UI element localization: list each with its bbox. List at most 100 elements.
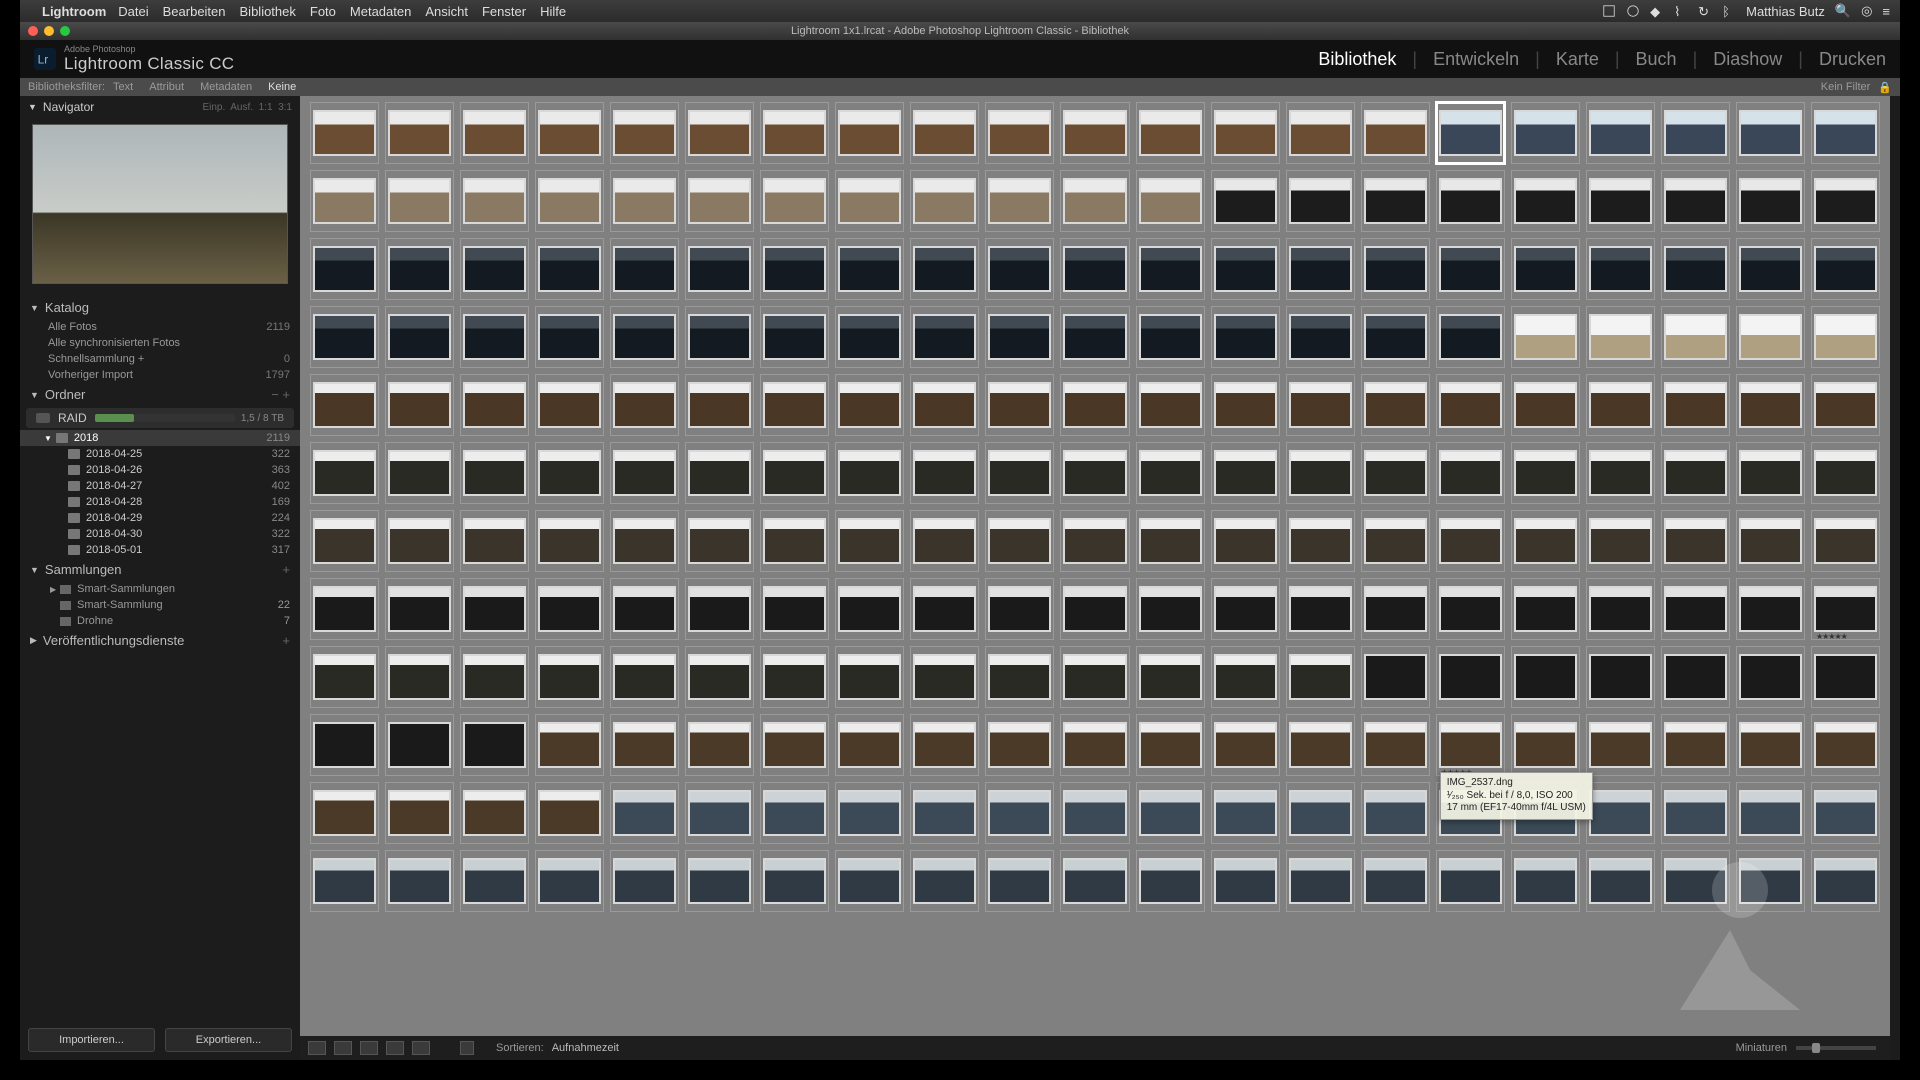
- thumbnail-cell[interactable]: [1361, 510, 1430, 572]
- thumbnail-cell[interactable]: [985, 850, 1054, 912]
- thumbnail-cell[interactable]: [1286, 238, 1355, 300]
- thumbnail-cell[interactable]: [1136, 238, 1205, 300]
- thumbnail-cell[interactable]: [385, 306, 454, 368]
- thumbnail-cell[interactable]: [1136, 170, 1205, 232]
- thumbnail-cell[interactable]: [985, 646, 1054, 708]
- thumbnail-cell[interactable]: [985, 442, 1054, 504]
- painter-icon[interactable]: [460, 1041, 474, 1055]
- thumbnail-cell[interactable]: [910, 782, 979, 844]
- thumbnail-cell[interactable]: [835, 578, 904, 640]
- thumbnail-cell[interactable]: [535, 102, 604, 164]
- sammlungen-section-header[interactable]: ▼Sammlungen +: [20, 558, 300, 581]
- thumbnail-cell[interactable]: [535, 850, 604, 912]
- thumbnail-cell[interactable]: [460, 102, 529, 164]
- thumbnail-cell[interactable]: [310, 714, 379, 776]
- thumbnail-cell[interactable]: [535, 374, 604, 436]
- thumbnail-cell[interactable]: [1136, 306, 1205, 368]
- thumbnail-cell[interactable]: [685, 714, 754, 776]
- thumbnail-cell[interactable]: [1060, 442, 1129, 504]
- thumbnail-cell[interactable]: [1511, 170, 1580, 232]
- thumbnail-cell[interactable]: [1136, 374, 1205, 436]
- thumbnail-cell[interactable]: [1586, 374, 1655, 436]
- thumbnail-cell[interactable]: [1060, 238, 1129, 300]
- thumbnail-cell[interactable]: [1661, 510, 1730, 572]
- thumbnail-cell[interactable]: [1811, 646, 1880, 708]
- thumbnail-cell[interactable]: [1661, 714, 1730, 776]
- thumbnail-cell[interactable]: [1060, 782, 1129, 844]
- thumbnail-cell[interactable]: [1060, 510, 1129, 572]
- thumbnail-cell[interactable]: [1211, 374, 1280, 436]
- thumbnail-cell[interactable]: [1661, 170, 1730, 232]
- thumbnail-cell[interactable]: [760, 646, 829, 708]
- katalog-section-header[interactable]: ▼Katalog: [20, 296, 300, 319]
- collection-row[interactable]: Smart-Sammlung22: [20, 597, 300, 613]
- module-drucken[interactable]: Drucken: [1819, 49, 1886, 70]
- thumbnail-cell[interactable]: [535, 170, 604, 232]
- thumbnail-cell[interactable]: [1060, 102, 1129, 164]
- thumbnail-cell[interactable]: [1736, 646, 1805, 708]
- thumbnail-cell[interactable]: [310, 238, 379, 300]
- thumbnail-cell[interactable]: [1511, 510, 1580, 572]
- thumbnail-cell[interactable]: [535, 646, 604, 708]
- minus-icon[interactable]: −: [271, 387, 279, 402]
- thumbnail-cell[interactable]: [610, 442, 679, 504]
- menu-bearbeiten[interactable]: Bearbeiten: [163, 4, 226, 19]
- thumbnail-cell[interactable]: [760, 374, 829, 436]
- folder-date[interactable]: 2018-04-28169: [20, 494, 300, 510]
- folder-date[interactable]: 2018-04-30322: [20, 526, 300, 542]
- thumbnail-cell[interactable]: [310, 306, 379, 368]
- thumbnail-cell[interactable]: [610, 306, 679, 368]
- thumbnail-cell[interactable]: [910, 374, 979, 436]
- module-entwickeln[interactable]: Entwickeln: [1433, 49, 1519, 70]
- katalog-row[interactable]: Alle Fotos2119: [20, 319, 300, 335]
- thumbnail-cell[interactable]: [835, 374, 904, 436]
- thumbnail-cell[interactable]: [1286, 578, 1355, 640]
- menu-hilfe[interactable]: Hilfe: [540, 4, 566, 19]
- module-buch[interactable]: Buch: [1636, 49, 1677, 70]
- thumbnail-cell[interactable]: [310, 374, 379, 436]
- thumbnail-cell[interactable]: [985, 510, 1054, 572]
- thumbnail-cell[interactable]: [1211, 170, 1280, 232]
- thumbnail-cell[interactable]: [535, 510, 604, 572]
- window-titlebar[interactable]: Lightroom 1x1.lrcat - Adobe Photoshop Li…: [20, 22, 1900, 40]
- thumbnail-cell[interactable]: [685, 850, 754, 912]
- thumbnail-cell[interactable]: [1736, 442, 1805, 504]
- thumbnail-cell[interactable]: ★★★★★: [1811, 578, 1880, 640]
- thumbnail-cell[interactable]: [835, 510, 904, 572]
- filter-preset[interactable]: Kein Filter: [1821, 81, 1871, 93]
- thumbnail-cell[interactable]: [535, 714, 604, 776]
- thumbnail-cell[interactable]: [1211, 578, 1280, 640]
- thumbnail-cell[interactable]: [460, 646, 529, 708]
- thumbnail-cell[interactable]: [985, 170, 1054, 232]
- publish-section-header[interactable]: ▶Veröffentlichungsdienste +: [20, 629, 300, 652]
- filter-text[interactable]: Text: [113, 81, 133, 93]
- thumbnail-cell[interactable]: [1511, 238, 1580, 300]
- plus-icon[interactable]: +: [282, 562, 290, 577]
- thumbnail-cell[interactable]: [1361, 782, 1430, 844]
- thumbnail-cell[interactable]: [1361, 306, 1430, 368]
- thumbnail-cell[interactable]: [1361, 646, 1430, 708]
- folder-date[interactable]: 2018-04-25322: [20, 446, 300, 462]
- filter-metadaten[interactable]: Metadaten: [200, 81, 252, 93]
- thumbnail-cell[interactable]: [1811, 238, 1880, 300]
- thumbnail-cell[interactable]: [1511, 102, 1580, 164]
- thumbnail-cell[interactable]: [1436, 510, 1505, 572]
- thumbnail-cell[interactable]: [910, 646, 979, 708]
- thumbnail-cell[interactable]: [610, 782, 679, 844]
- navigator-preview[interactable]: [32, 124, 288, 284]
- thumbnail-cell[interactable]: [1511, 442, 1580, 504]
- thumbnail-cell[interactable]: [1361, 714, 1430, 776]
- collection-row[interactable]: Drohne7: [20, 613, 300, 629]
- thumbnail-cell[interactable]: [760, 238, 829, 300]
- thumbnail-cell[interactable]: [835, 442, 904, 504]
- grid-view-icon[interactable]: [308, 1041, 326, 1055]
- thumbnail-cell[interactable]: [1511, 374, 1580, 436]
- window-minimize-button[interactable]: [44, 26, 54, 36]
- thumbnail-cell[interactable]: [1586, 646, 1655, 708]
- thumbnail-cell[interactable]: [1286, 510, 1355, 572]
- thumbnail-cell[interactable]: [460, 510, 529, 572]
- thumbnail-cell[interactable]: [1511, 306, 1580, 368]
- module-diashow[interactable]: Diashow: [1713, 49, 1782, 70]
- thumbnail-cell[interactable]: [1586, 238, 1655, 300]
- plus-icon[interactable]: +: [282, 387, 290, 402]
